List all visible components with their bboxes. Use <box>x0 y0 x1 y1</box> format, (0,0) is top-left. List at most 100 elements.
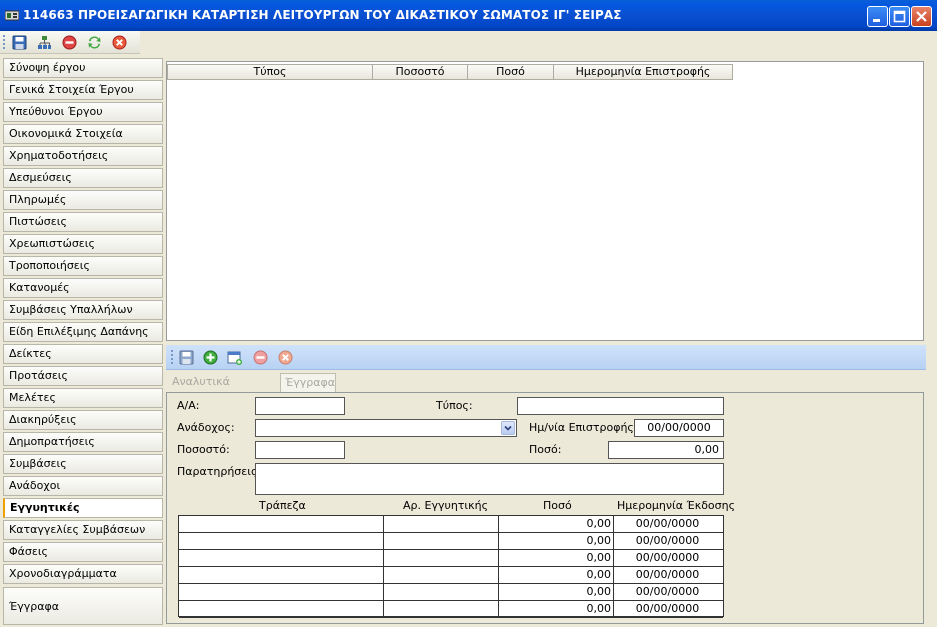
toolbar-grip[interactable] <box>171 350 173 365</box>
column-header-bank: Τράπεζα <box>259 499 306 512</box>
sidebar-item[interactable]: Είδη Επιλέξιμης Δαπάνης <box>3 322 163 342</box>
hierarchy-icon[interactable] <box>37 35 52 50</box>
sidebar-item[interactable]: Διακηρύξεις <box>3 410 163 430</box>
table-cell[interactable] <box>179 516 384 533</box>
column-header-amount[interactable]: Ποσό <box>467 64 554 80</box>
column-header-guarantee-number: Αρ. Εγγυητικής <box>403 499 489 512</box>
table-cell[interactable] <box>179 567 384 584</box>
toolbar-grip[interactable] <box>3 35 5 50</box>
amount-field[interactable]: 0,00 <box>608 441 724 459</box>
table-cell[interactable]: 00/00/0000 <box>614 584 723 601</box>
table-cell[interactable]: 0,00 <box>499 601 614 618</box>
return-date-label: Ημ/νία Επιστροφής: <box>529 421 638 434</box>
contractor-select[interactable] <box>255 419 517 437</box>
table-cell[interactable] <box>384 567 499 584</box>
sidebar-item[interactable]: Χρονοδιαγράμματα <box>3 564 163 584</box>
new-window-icon[interactable] <box>227 350 242 365</box>
table-cell[interactable]: 00/00/0000 <box>614 516 723 533</box>
table-cell[interactable]: 00/00/0000 <box>614 601 723 618</box>
window-title: 114663 ΠΡΟΕΙΣΑΓΩΓΙΚΗ ΚΑΤΑΡΤΙΣΗ ΛΕΙΤΟΥΡΓΩ… <box>23 8 622 22</box>
table-cell[interactable] <box>384 584 499 601</box>
chevron-down-icon <box>504 425 512 431</box>
sidebar-item[interactable]: Χρηματοδοτήσεις <box>3 146 163 166</box>
refresh-icon[interactable] <box>87 35 102 50</box>
table-cell[interactable] <box>384 516 499 533</box>
sidebar-item[interactable]: Μελέτες <box>3 388 163 408</box>
remarks-label: Παρατηρήσεις: <box>177 465 262 478</box>
guarantees-grid[interactable]: Τύπος Ποσοστό Ποσό Ημερομηνία Επιστροφής <box>166 61 924 341</box>
sidebar-item[interactable]: Συμβάσεις <box>3 454 163 474</box>
table-cell[interactable]: 0,00 <box>499 550 614 567</box>
percent-field[interactable] <box>255 441 345 459</box>
sidebar-item[interactable]: Φάσεις <box>3 542 163 562</box>
column-header-issue-date: Ημερομηνία Έκδοσης <box>617 499 736 512</box>
table-cell[interactable]: 0,00 <box>499 516 614 533</box>
sidebar-item[interactable]: Πληρωμές <box>3 190 163 210</box>
table-cell[interactable]: 0,00 <box>499 567 614 584</box>
maximize-icon <box>893 10 906 23</box>
table-cell[interactable] <box>384 601 499 618</box>
detail-toolbar <box>166 345 926 370</box>
guarantees-table[interactable]: 0,00 00/00/0000 0,00 00/00/0000 0,00 00/00/00… <box>178 515 724 618</box>
sidebar-item[interactable]: Δεσμεύσεις <box>3 168 163 188</box>
contractor-label: Ανάδοχος: <box>177 421 235 434</box>
title-bar: 114663 ΠΡΟΕΙΣΑΓΩΓΙΚΗ ΚΑΤΑΡΤΙΣΗ ΛΕΙΤΟΥΡΓΩ… <box>0 0 937 31</box>
sidebar-item[interactable]: Γενικά Στοιχεία Έργου <box>3 80 163 100</box>
tab-analytics[interactable]: Αναλυτικά Στοιχεία <box>168 373 276 406</box>
save-icon[interactable] <box>12 35 27 50</box>
column-header-type[interactable]: Τύπος <box>167 64 373 80</box>
table-cell[interactable]: 0,00 <box>499 584 614 601</box>
dropdown-button[interactable] <box>501 421 515 435</box>
table-cell[interactable]: 00/00/0000 <box>614 550 723 567</box>
aa-label: Α/Α: <box>177 399 200 412</box>
table-cell[interactable] <box>179 601 384 618</box>
type-label: Τύπος: <box>436 399 473 412</box>
return-date-field[interactable]: 00/00/0000 <box>634 419 724 437</box>
table-cell[interactable] <box>384 533 499 550</box>
column-header-return-date[interactable]: Ημερομηνία Επιστροφής <box>553 64 733 80</box>
cancel-icon[interactable] <box>278 350 293 365</box>
sidebar-item[interactable]: Καταγγελίες Συμβάσεων <box>3 520 163 540</box>
add-icon[interactable] <box>203 350 218 365</box>
maximize-button[interactable] <box>889 6 910 27</box>
sidebar-item[interactable]: Πιστώσεις <box>3 212 163 232</box>
sidebar-item[interactable]: Οικονομικά Στοιχεία <box>3 124 163 144</box>
minimize-icon <box>873 19 880 22</box>
sidebar-item[interactable]: Υπεύθυνοι Έργου <box>3 102 163 122</box>
aa-field[interactable] <box>255 397 345 415</box>
delete-icon[interactable] <box>62 35 77 50</box>
section-navigation: Σύνοψη έργου Γενικά Στοιχεία Έργου Υπεύθυν… <box>0 56 164 627</box>
save-icon[interactable] <box>179 350 194 365</box>
type-field[interactable] <box>517 397 724 415</box>
table-cell[interactable] <box>179 533 384 550</box>
column-header-amount: Ποσό <box>543 499 572 512</box>
sidebar-item[interactable]: Συμβάσεις Υπαλλήλων <box>3 300 163 320</box>
tab-documents[interactable]: Έγγραφα <box>280 373 336 393</box>
percent-label: Ποσοστό: <box>177 443 230 456</box>
sidebar-item[interactable]: Ανάδοχοι <box>3 476 163 496</box>
sidebar-item-documents[interactable]: Έγγραφα <box>3 587 163 625</box>
remarks-field[interactable] <box>255 463 724 495</box>
close-button[interactable] <box>911 6 932 27</box>
sidebar-item[interactable]: Κατανομές <box>3 278 163 298</box>
cancel-icon[interactable] <box>112 35 127 50</box>
app-icon <box>5 10 19 21</box>
close-icon <box>916 11 927 22</box>
amount-label: Ποσό: <box>529 443 562 456</box>
column-header-percent[interactable]: Ποσοστό <box>372 64 468 80</box>
sidebar-item[interactable]: Δημοπρατήσεις <box>3 432 163 452</box>
sidebar-item[interactable]: Προτάσεις <box>3 366 163 386</box>
remove-icon[interactable] <box>253 350 268 365</box>
table-cell[interactable]: 00/00/0000 <box>614 567 723 584</box>
table-cell[interactable] <box>179 550 384 567</box>
sidebar-item[interactable]: Τροποποιήσεις <box>3 256 163 276</box>
minimize-button[interactable] <box>867 6 888 27</box>
sidebar-item[interactable]: Σύνοψη έργου <box>3 58 163 78</box>
table-cell[interactable]: 0,00 <box>499 533 614 550</box>
sidebar-item[interactable]: Εγγυητικές <box>3 498 163 518</box>
table-cell[interactable] <box>384 550 499 567</box>
sidebar-item[interactable]: Δείκτες <box>3 344 163 364</box>
sidebar-item[interactable]: Χρεωπιστώσεις <box>3 234 163 254</box>
table-cell[interactable]: 00/00/0000 <box>614 533 723 550</box>
table-cell[interactable] <box>179 584 384 601</box>
